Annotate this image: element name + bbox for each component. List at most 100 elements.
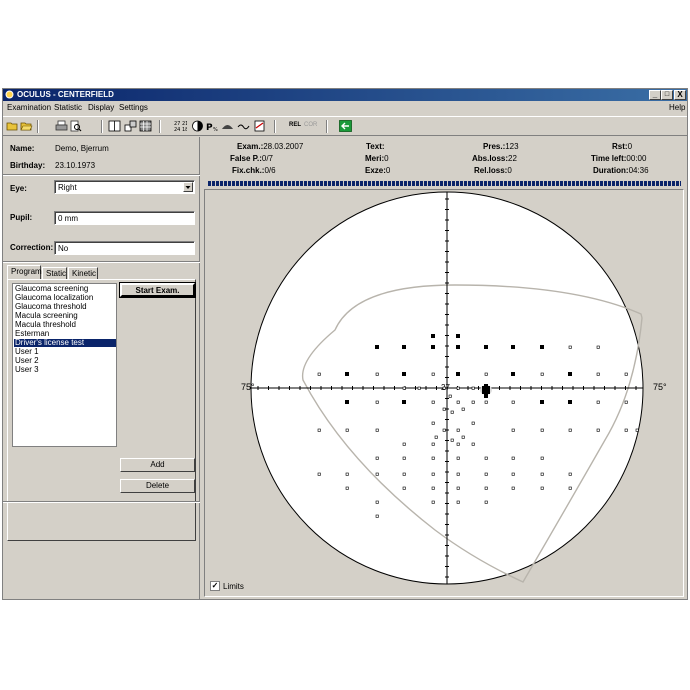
menu-display[interactable]: Display — [88, 103, 114, 112]
rst-label: Rst: — [612, 142, 628, 151]
probability-icon[interactable]: P% — [206, 120, 219, 132]
app-icon — [5, 90, 14, 99]
maximize-button[interactable]: □ — [661, 90, 673, 100]
duration-label: Duration: — [593, 166, 629, 175]
seen-stimulus — [624, 428, 628, 432]
open-folder-alt-icon[interactable] — [20, 120, 33, 132]
list-item-selected[interactable]: Driver's license test — [14, 339, 116, 347]
list-item[interactable]: Glaucoma localization — [14, 294, 116, 302]
seen-stimulus — [442, 428, 446, 432]
tab-kinetic[interactable]: Kinetic — [68, 267, 98, 279]
rel-loss-field: Rel.loss:0 — [474, 166, 512, 175]
cor-button[interactable]: COR — [304, 122, 317, 128]
divider — [3, 261, 200, 263]
seen-stimulus — [471, 421, 475, 425]
seen-stimulus — [456, 486, 460, 490]
close-button[interactable]: X — [674, 90, 686, 100]
back-arrow-icon[interactable] — [339, 120, 352, 132]
add-button[interactable]: Add — [120, 458, 195, 472]
missed-stimulus — [568, 372, 572, 376]
grayscale-icon[interactable] — [191, 120, 204, 132]
list-item[interactable]: Glaucoma screening — [14, 285, 116, 293]
print-preview-icon[interactable] — [69, 120, 82, 132]
text-field: Text: — [366, 142, 385, 151]
seen-stimulus — [345, 472, 349, 476]
seen-stimulus — [456, 442, 460, 446]
svg-text:P: P — [206, 123, 213, 132]
menu-statistic[interactable]: Statistic — [54, 103, 82, 112]
grid-view-icon[interactable] — [139, 120, 152, 132]
main-window: OCULUS - CENTERFIELD _ □ X Examination S… — [2, 88, 688, 600]
seen-stimulus — [456, 472, 460, 476]
name-label: Name: — [10, 144, 35, 153]
limits-checkbox[interactable] — [211, 670, 221, 680]
seen-stimulus — [450, 438, 454, 442]
menu-bar: Examination Statistic Display Settings H… — [3, 102, 687, 114]
tab-static[interactable]: Static — [42, 267, 67, 279]
divider — [3, 174, 200, 176]
limits-checkbox[interactable]: ✓ — [210, 581, 220, 591]
seen-stimulus — [456, 428, 460, 432]
seen-stimulus — [375, 472, 379, 476]
curve-icon[interactable] — [237, 120, 250, 132]
list-item[interactable]: User 3 — [14, 366, 116, 374]
list-item[interactable]: Macula threshold — [14, 321, 116, 329]
list-item[interactable]: Esterman — [14, 330, 116, 338]
seen-stimulus — [456, 456, 460, 460]
split-view-icon[interactable] — [108, 120, 121, 132]
visual-field-plot[interactable]: 75° 75° 27 — [205, 190, 683, 596]
seen-stimulus — [375, 514, 379, 518]
seen-stimulus — [442, 407, 446, 411]
program-list[interactable]: Glaucoma screening Glaucoma localization… — [12, 283, 117, 447]
hill-of-vision-icon[interactable] — [221, 120, 234, 132]
print-icon[interactable] — [55, 120, 68, 132]
seen-stimulus — [375, 400, 379, 404]
seen-stimulus — [434, 435, 438, 439]
seen-stimulus — [431, 442, 435, 446]
pupil-input[interactable]: 0 mm — [54, 211, 195, 225]
seen-stimulus — [431, 486, 435, 490]
missed-stimulus — [345, 372, 349, 376]
menu-settings[interactable]: Settings — [119, 103, 148, 112]
numeric-values-icon[interactable]: 27 2124 18 — [174, 120, 187, 132]
title-bar: OCULUS - CENTERFIELD _ □ X — [3, 89, 687, 101]
seen-stimulus — [484, 500, 488, 504]
tab-program[interactable]: Program — [7, 265, 42, 279]
false-p-value: 0/7 — [261, 154, 273, 163]
toolbar-separator — [159, 120, 161, 133]
list-item[interactable]: User 1 — [14, 348, 116, 356]
rel-button[interactable]: REL — [289, 122, 301, 128]
start-exam-button[interactable]: Start Exam. — [119, 282, 196, 298]
missed-stimulus — [456, 372, 460, 376]
eye-select[interactable]: Right — [54, 180, 195, 194]
svg-text:24 18: 24 18 — [174, 127, 187, 132]
results-panel: Exam.:28.03.2007 Text: Pres.:123 Rst:0 F… — [201, 137, 687, 599]
seen-stimulus — [456, 386, 460, 390]
seen-stimulus — [596, 400, 600, 404]
seen-stimulus — [456, 400, 460, 404]
seen-stimulus — [471, 400, 475, 404]
list-item[interactable]: User 2 — [14, 357, 116, 365]
list-item[interactable]: Macula screening — [14, 312, 116, 320]
menu-examination[interactable]: Examination — [7, 103, 51, 112]
divider — [3, 501, 200, 503]
seen-stimulus — [624, 400, 628, 404]
seen-stimulus — [484, 472, 488, 476]
correction-input[interactable]: No — [54, 241, 195, 255]
open-folder-icon[interactable] — [6, 120, 19, 132]
time-left-value: 00:00 — [626, 154, 647, 163]
svg-text:%: % — [213, 127, 218, 132]
dropdown-button[interactable] — [183, 182, 193, 192]
delete-button[interactable]: Delete — [120, 479, 195, 493]
pupil-input-value: 0 mm — [58, 214, 78, 223]
seen-stimulus — [317, 428, 321, 432]
missed-stimulus — [540, 400, 544, 404]
cascade-view-icon[interactable] — [124, 120, 137, 132]
menu-help[interactable]: Help — [669, 103, 685, 112]
minimize-button[interactable]: _ — [649, 90, 661, 100]
list-item[interactable]: Glaucoma threshold — [14, 303, 116, 311]
report-icon[interactable] — [253, 120, 266, 132]
patient-birthday: 23.10.1973 — [55, 161, 96, 170]
pupil-label: Pupil: — [10, 213, 33, 222]
seen-stimulus — [624, 372, 628, 376]
